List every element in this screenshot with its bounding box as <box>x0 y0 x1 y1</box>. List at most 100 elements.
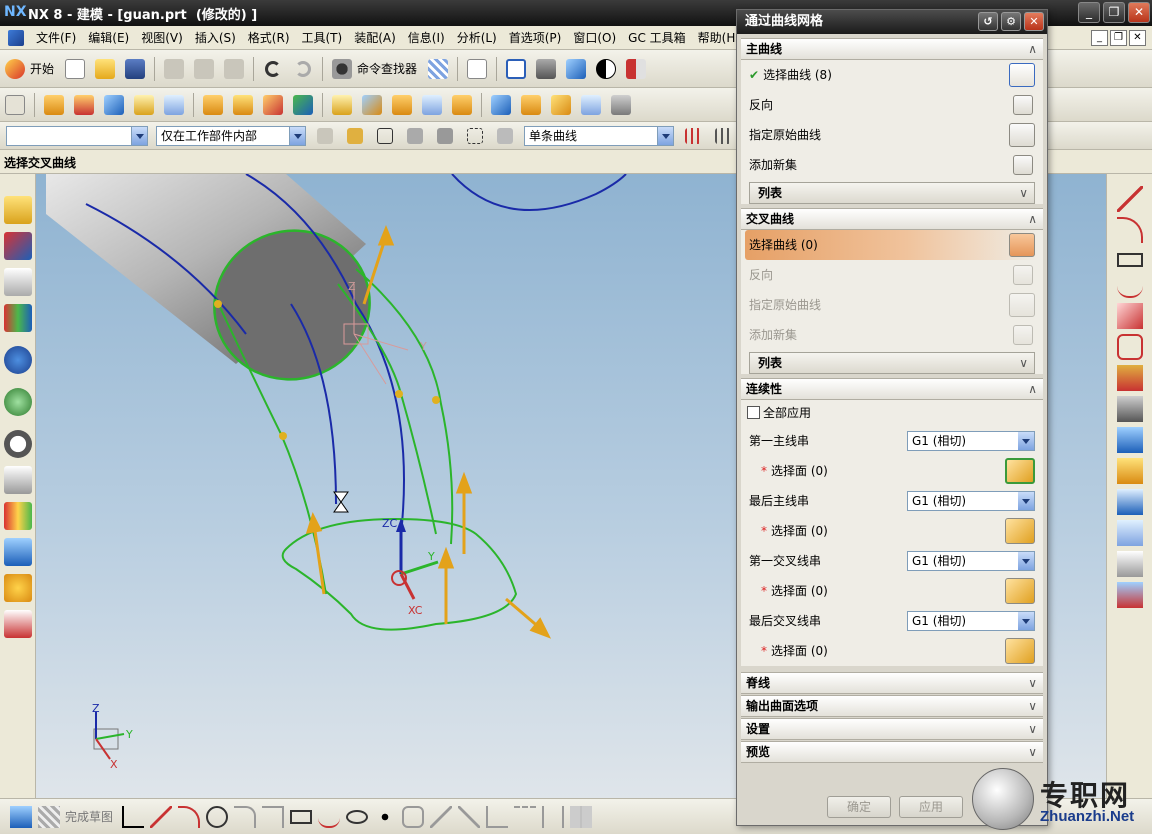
draft-button[interactable] <box>449 92 475 118</box>
cross-list-toggle[interactable]: 列表 ∨ <box>749 352 1035 374</box>
chamfer-button[interactable] <box>389 92 415 118</box>
arc-icon[interactable] <box>1117 217 1143 243</box>
close-window-button[interactable]: ✕ <box>1128 2 1150 23</box>
curve-select-icon[interactable] <box>1009 63 1035 87</box>
last-cross-continuity-select[interactable]: G1 (相切) <box>907 611 1035 631</box>
render-style-button[interactable] <box>533 56 559 82</box>
menu-window[interactable]: 窗口(O) <box>567 26 622 50</box>
last-primary-continuity-select[interactable]: G1 (相切) <box>907 491 1035 511</box>
menu-insert[interactable]: 插入(S) <box>189 26 242 50</box>
output-surface-options-header[interactable]: 输出曲面选项 ∨ <box>741 695 1043 717</box>
info-button[interactable] <box>464 56 490 82</box>
studio-spline-icon[interactable] <box>1117 272 1143 298</box>
cut-button[interactable] <box>161 56 187 82</box>
system-materials-icon[interactable] <box>4 466 32 494</box>
patch-button[interactable] <box>608 92 634 118</box>
filter-reset-button[interactable] <box>312 123 338 149</box>
fit-view-button[interactable] <box>503 56 529 82</box>
combined-projection-icon[interactable] <box>1117 551 1143 577</box>
save-button[interactable] <box>122 56 148 82</box>
chevron-down-icon[interactable]: ∨ <box>1028 673 1037 694</box>
menu-tools[interactable]: 工具(T) <box>296 26 349 50</box>
offset-curve-icon[interactable] <box>1117 334 1143 360</box>
point-icon[interactable] <box>374 805 397 828</box>
circle-icon[interactable] <box>206 805 229 828</box>
process-studio-icon[interactable] <box>4 538 32 566</box>
doc-minimize-button[interactable]: _ <box>1091 30 1108 46</box>
settings-gear-button[interactable]: ⚙ <box>1001 12 1021 31</box>
trim-body-button[interactable] <box>419 92 445 118</box>
web-browser-icon[interactable] <box>4 388 32 416</box>
chevron-down-icon[interactable]: ∨ <box>1028 696 1037 717</box>
chevron-down-icon[interactable] <box>1018 552 1034 570</box>
iso-curve-icon[interactable] <box>1117 582 1143 608</box>
dimension-icon[interactable] <box>514 805 537 828</box>
app-menu-icon[interactable] <box>8 29 24 46</box>
unite-button[interactable] <box>290 92 316 118</box>
chevron-down-icon[interactable] <box>657 126 673 145</box>
paste-button[interactable] <box>221 56 247 82</box>
intersection-curve-icon[interactable] <box>1117 396 1143 422</box>
palette-icon[interactable] <box>4 610 32 638</box>
chevron-up-icon[interactable]: ∧ <box>1028 379 1037 400</box>
chevron-down-icon[interactable] <box>1018 612 1034 630</box>
chevron-up-icon[interactable]: ∧ <box>1028 39 1037 60</box>
chamfer-icon[interactable] <box>262 805 285 828</box>
polygon-icon[interactable] <box>1117 303 1143 329</box>
section-curve-icon[interactable] <box>1117 427 1143 453</box>
hole-button[interactable] <box>131 92 157 118</box>
menu-file[interactable]: 文件(F) <box>30 26 82 50</box>
cross-curves-header[interactable]: 交叉曲线 ∧ <box>741 208 1043 230</box>
follow-fillet-button[interactable] <box>710 123 736 149</box>
blue-arc-curve[interactable] <box>451 174 627 211</box>
minimize-button[interactable]: _ <box>1078 2 1100 23</box>
constraint-icon[interactable] <box>542 805 565 828</box>
mesh-surface-button[interactable] <box>425 56 451 82</box>
first-primary-continuity-select[interactable]: G1 (相切) <box>907 431 1035 451</box>
boss-button[interactable] <box>161 92 187 118</box>
menu-gc-toolkit[interactable]: GC 工具箱 <box>622 26 692 50</box>
select-face-icon[interactable] <box>1005 458 1035 484</box>
chevron-down-icon[interactable] <box>289 126 305 145</box>
start-button[interactable] <box>2 56 28 82</box>
primary-curves-header[interactable]: 主曲线 ∧ <box>741 38 1043 60</box>
chevron-down-icon[interactable] <box>1018 492 1034 510</box>
visualization-icon[interactable] <box>4 502 32 530</box>
rectangle-icon[interactable] <box>290 809 313 824</box>
green-bottom-loop[interactable] <box>281 517 518 631</box>
rectangle-select-button[interactable] <box>462 123 488 149</box>
chevron-down-icon[interactable] <box>131 126 147 145</box>
quick-extend-icon[interactable] <box>458 805 481 828</box>
primary-select-curve-row[interactable]: ✔ 选择曲线 (8) <box>741 60 1043 90</box>
block-button[interactable] <box>101 92 127 118</box>
emboss-button[interactable] <box>200 92 226 118</box>
quick-trim-icon[interactable] <box>430 805 453 828</box>
mirror-curve-icon[interactable] <box>570 805 593 828</box>
curve-rule-combo[interactable]: 单条曲线 <box>524 125 674 146</box>
continuity-header[interactable]: 连续性 ∧ <box>741 378 1043 400</box>
edge-blend-button[interactable] <box>359 92 385 118</box>
snap-point-button[interactable] <box>342 123 368 149</box>
arc-icon[interactable] <box>178 805 201 828</box>
swept-button[interactable] <box>548 92 574 118</box>
profile-icon[interactable] <box>122 805 145 828</box>
copy-button[interactable] <box>191 56 217 82</box>
constraint-navigator-icon[interactable] <box>4 232 32 260</box>
reset-button[interactable]: ↺ <box>978 12 998 31</box>
menu-edit[interactable]: 编辑(E) <box>82 26 135 50</box>
doc-close-button[interactable]: ✕ <box>1129 30 1146 46</box>
reverse-direction-icon[interactable] <box>1013 95 1033 115</box>
apply-all-checkbox[interactable] <box>747 406 760 419</box>
select-face-icon[interactable] <box>1005 518 1035 544</box>
spine-header[interactable]: 脊线 ∨ <box>741 672 1043 694</box>
datum-csys-button[interactable] <box>2 92 28 118</box>
chevron-down-icon[interactable]: ∨ <box>1028 719 1037 740</box>
new-file-button[interactable] <box>62 56 88 82</box>
redo-button[interactable] <box>290 56 316 82</box>
face-ops-button[interactable] <box>488 92 514 118</box>
offset-face-button[interactable] <box>230 92 256 118</box>
select-face-icon[interactable] <box>1005 578 1035 604</box>
selection-scope-combo[interactable]: 仅在工作部件内部 <box>156 125 306 146</box>
shell-button[interactable] <box>329 92 355 118</box>
close-dialog-button[interactable]: ✕ <box>1024 12 1044 31</box>
